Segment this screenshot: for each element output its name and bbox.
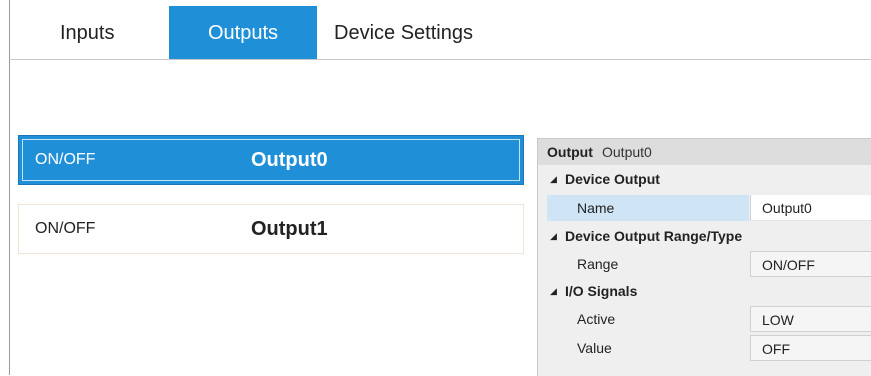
category-device-output-range-type[interactable]: ◢ Device Output Range/Type (538, 225, 871, 247)
expanded-triangle-icon: ◢ (550, 231, 557, 241)
property-grid-object-name: Output0 (602, 144, 652, 160)
category-label: Device Output Range/Type (565, 228, 743, 244)
category-io-signals[interactable]: ◢ I/O Signals (538, 280, 871, 302)
output-name-label: Output1 (251, 218, 328, 240)
expanded-triangle-icon: ◢ (550, 174, 557, 184)
expanded-triangle-icon: ◢ (550, 286, 557, 296)
property-grid-header: Output Output0 (538, 139, 871, 165)
output-list-item-output0[interactable]: ON/OFF Output0 (18, 135, 524, 185)
property-row-value: Value OFF (547, 335, 871, 361)
output-name-label: Output0 (251, 149, 328, 171)
tab-device-settings[interactable]: Device Settings (334, 6, 473, 60)
property-name[interactable]: Active (547, 306, 749, 332)
property-grid: Output Output0 ◢ Device Output Name Outp… (537, 138, 871, 376)
tab-inputs[interactable]: Inputs (60, 6, 114, 60)
property-name[interactable]: Name (547, 195, 749, 221)
property-row-active: Active LOW (547, 306, 871, 332)
property-value-active[interactable]: LOW (750, 306, 871, 332)
category-label: Device Output (565, 171, 660, 187)
output-list-item-output1[interactable]: ON/OFF Output1 (18, 204, 524, 254)
category-device-output[interactable]: ◢ Device Output (538, 168, 871, 190)
property-grid-object-type: Output (547, 144, 593, 160)
property-row-name: Name Output0 (547, 195, 871, 221)
property-value-name[interactable]: Output0 (750, 195, 871, 221)
tab-strip-divider (9, 59, 871, 60)
output-type-label: ON/OFF (35, 220, 96, 237)
category-label: I/O Signals (565, 283, 638, 299)
window-left-border (9, 0, 10, 375)
property-row-range: Range ON/OFF (547, 251, 871, 277)
property-name[interactable]: Range (547, 251, 749, 277)
tab-outputs[interactable]: Outputs (169, 6, 317, 60)
property-value-range[interactable]: ON/OFF (750, 251, 871, 277)
property-value-value[interactable]: OFF (750, 335, 871, 361)
output-type-label: ON/OFF (35, 151, 96, 168)
property-name[interactable]: Value (547, 335, 749, 361)
